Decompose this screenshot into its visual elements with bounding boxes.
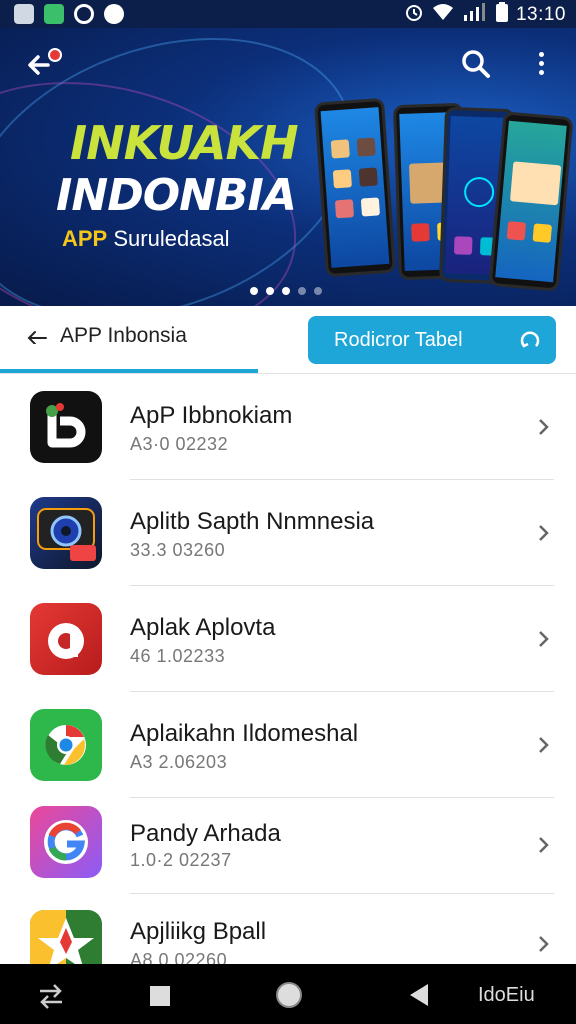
g-app-icon [30, 806, 102, 878]
tab-row: APP Inbonsia Rodicror Tabel [0, 306, 576, 374]
list-item[interactable]: Aplaikahn Ildomeshal A3 2.06203 [0, 692, 576, 798]
app-name: Pandy Arhada [130, 820, 281, 847]
tab-label: APP Inbonsia [60, 324, 187, 347]
list-item[interactable]: ApP Ibbnokiam A3·0 02232 [0, 374, 576, 480]
banner-title-line1: INKUAKH [70, 116, 299, 170]
chevron-right-icon [539, 631, 549, 647]
camera-app-icon [30, 497, 102, 569]
app-notification-icon [44, 4, 64, 24]
app-name: ApP Ibbnokiam [130, 402, 293, 429]
navigation-bar: IdoEiu [0, 964, 576, 1024]
app-version: A3·0 02232 [130, 434, 229, 454]
carousel-dot[interactable] [266, 287, 274, 295]
chevron-right-icon [539, 419, 549, 435]
phone-mockup [313, 97, 397, 278]
notification-badge [48, 48, 62, 62]
carousel-dot[interactable] [298, 287, 306, 295]
back-nav-button[interactable] [406, 982, 432, 1013]
battery-icon [495, 2, 508, 28]
banner-subtitle-text: Surulеdasal [113, 226, 230, 251]
chrome-app-icon [30, 709, 102, 781]
search-button[interactable] [460, 48, 494, 82]
more-options-button[interactable] [526, 48, 556, 82]
list-item[interactable]: Pandy Arhada 1.0·2 02237 [0, 798, 576, 894]
chevron-right-icon [539, 936, 549, 952]
status-left-icons [14, 4, 124, 24]
triangle-back-icon [410, 984, 428, 1006]
refresh-icon [520, 331, 540, 348]
gallery-icon [14, 4, 34, 24]
list-item[interactable]: Aplitb Sapth Nnmnesia 33.3 03260 [0, 480, 576, 586]
chevron-right-icon [539, 837, 549, 853]
chevron-right-icon [539, 525, 549, 541]
status-right-icons: 13:10 [404, 2, 566, 28]
back-small-icon [27, 331, 47, 344]
recents-button[interactable] [148, 984, 172, 1013]
app-name: Aplak Aplovta [130, 614, 276, 641]
app-version: A8.0 02260 [130, 950, 228, 964]
carousel-dot[interactable] [282, 287, 290, 295]
more-vert-icon [526, 52, 556, 75]
app-version: 46 1.02233 [130, 646, 226, 666]
star-app-icon [30, 910, 102, 964]
banner-title-line2: INDONBIA [56, 170, 297, 221]
app-name: Apjliikg Bpall [130, 918, 267, 945]
red-a-app-icon [30, 603, 102, 675]
clock: 13:10 [515, 4, 566, 25]
tab-button-label: Rodicror Tabel [334, 329, 463, 351]
app-name: Aplaikahn Ildomeshal [130, 720, 359, 747]
carousel-dot[interactable] [250, 287, 258, 295]
app-version: A3 2.06203 [130, 752, 228, 772]
chevron-right-icon [539, 737, 549, 753]
b-logo-icon [30, 391, 102, 463]
sync-icon [74, 4, 94, 24]
app-version: 1.0·2 02237 [130, 850, 232, 870]
carousel-indicator[interactable] [250, 287, 322, 295]
alarm-icon [404, 2, 424, 28]
list-item[interactable]: Apjliikg Bpall A8.0 02260 [0, 894, 576, 964]
active-tab-indicator [0, 369, 258, 373]
app-version: 33.3 03260 [130, 540, 226, 560]
tab-table-button[interactable]: Rodicror Tabel [308, 316, 556, 364]
status-bar: 13:10 [0, 0, 576, 28]
app-name: Aplitb Sapth Nnmnesia [130, 508, 375, 535]
promo-banner[interactable]: INKUAKH INDONBIA APP Surulеdasal [0, 28, 576, 306]
nav-label: IdoEiu [478, 984, 535, 1006]
home-circle-icon [276, 982, 302, 1008]
tab-app-indonesia[interactable]: APP Inbonsia [26, 324, 187, 348]
search-icon [462, 50, 490, 78]
carousel-dot[interactable] [314, 287, 322, 295]
home-button[interactable] [274, 980, 304, 1015]
signal-icon [462, 3, 488, 27]
phone-mockup [488, 111, 574, 292]
square-icon [150, 986, 170, 1006]
swap-arrows-icon [40, 984, 62, 1009]
list-item[interactable]: Aplak Aplovta 46 1.02233 [0, 586, 576, 692]
dot-icon [104, 4, 124, 24]
switch-apps-button[interactable] [36, 982, 66, 1015]
banner-subtitle-accent: APP [62, 226, 108, 251]
wifi-icon [432, 3, 454, 27]
banner-subtitle: APP Surulеdasal [62, 226, 230, 252]
